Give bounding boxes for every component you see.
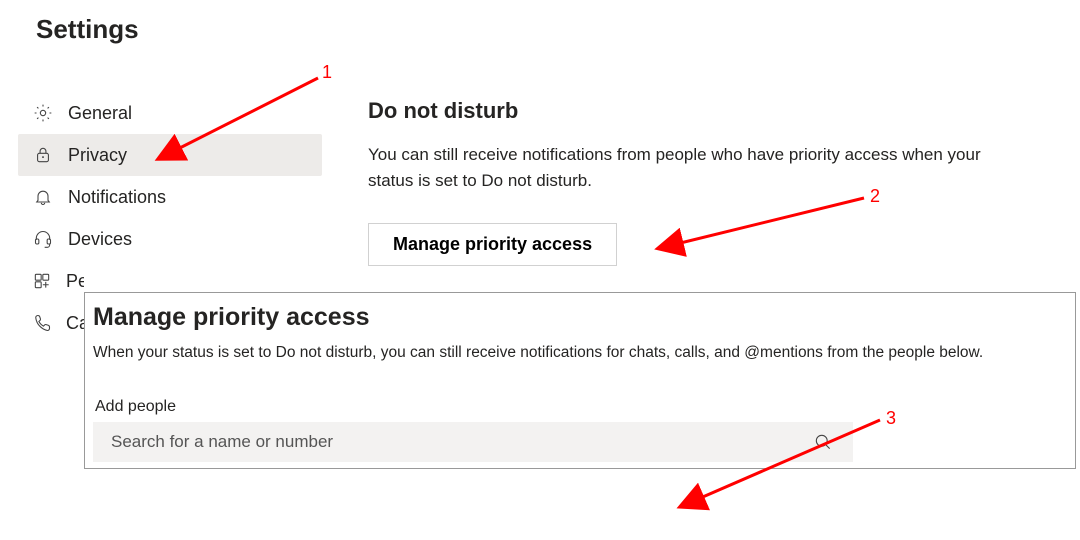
page-title: Settings [36, 14, 139, 45]
apps-icon [32, 270, 52, 292]
search-input[interactable] [111, 432, 803, 452]
dnd-title: Do not disturb [368, 98, 1048, 124]
sidebar-item-permissions[interactable]: Permissions [18, 260, 84, 302]
dnd-description: You can still receive notifications from… [368, 142, 988, 195]
sidebar-item-label: General [68, 103, 132, 124]
add-people-label: Add people [93, 364, 1071, 422]
search-icon [813, 432, 833, 452]
sidebar-item-label: Calls [66, 313, 84, 334]
sidebar-item-devices[interactable]: Devices [18, 218, 322, 260]
sidebar-item-general[interactable]: General [18, 92, 322, 134]
sidebar-item-notifications[interactable]: Notifications [18, 176, 322, 218]
headset-icon [32, 228, 54, 250]
sidebar-item-label: Permissions [66, 271, 84, 292]
sidebar-item-label: Notifications [68, 187, 166, 208]
sidebar-item-label: Devices [68, 229, 132, 250]
sidebar-item-label: Privacy [68, 145, 127, 166]
annotation-number-1: 1 [322, 62, 332, 83]
panel-title: Manage priority access [93, 293, 1071, 342]
gear-icon [32, 102, 54, 124]
manage-priority-access-button[interactable]: Manage priority access [368, 223, 617, 266]
sidebar-item-calls[interactable]: Calls [18, 302, 84, 344]
phone-icon [32, 312, 52, 334]
bell-icon [32, 186, 54, 208]
manage-priority-access-panel: Manage priority access When your status … [84, 292, 1076, 469]
search-field[interactable] [93, 422, 853, 462]
dnd-section: Do not disturb You can still receive not… [368, 98, 1048, 266]
sidebar-item-privacy[interactable]: Privacy [18, 134, 322, 176]
lock-icon [32, 144, 54, 166]
panel-description: When your status is set to Do not distur… [93, 342, 1071, 364]
